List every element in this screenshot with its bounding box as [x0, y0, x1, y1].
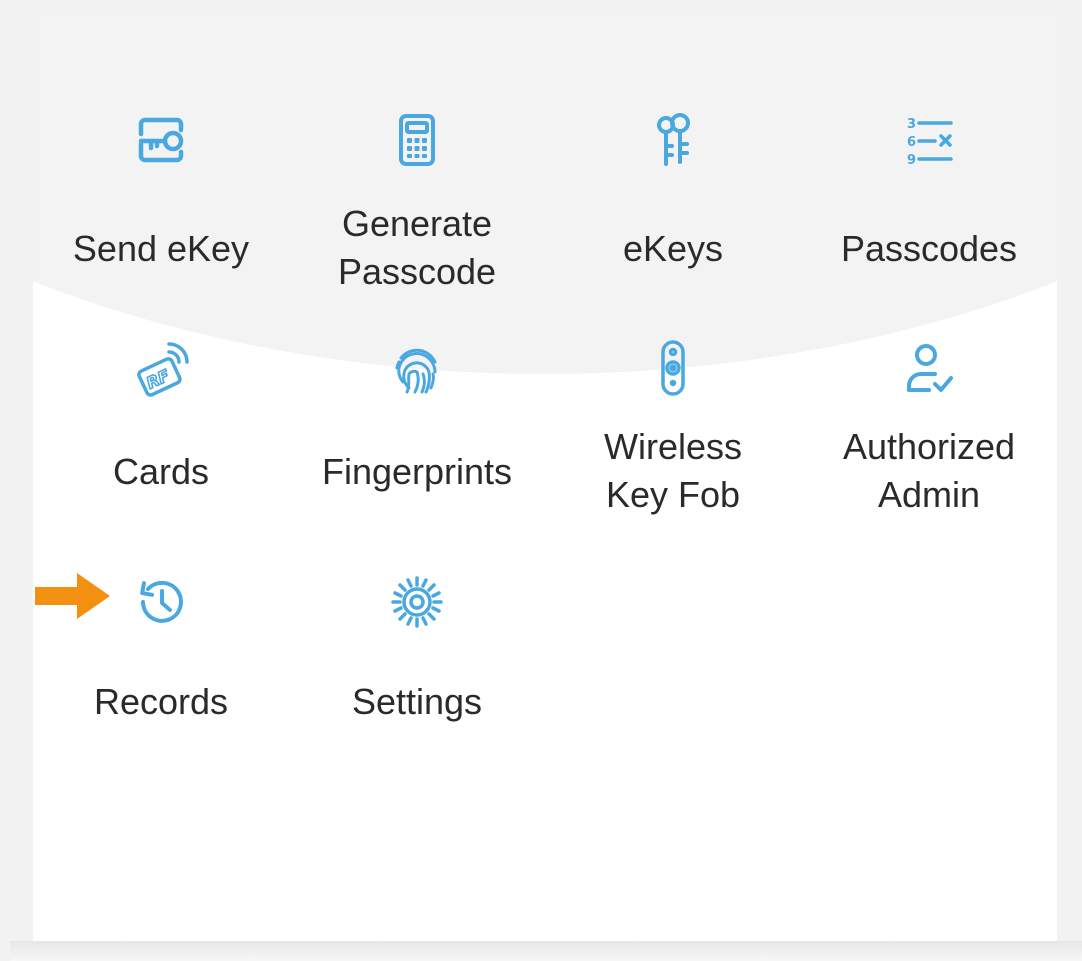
- menu-label: Records: [93, 681, 229, 722]
- menu-item-cards[interactable]: RF Cards: [33, 338, 289, 538]
- svg-text:3: 3: [907, 117, 916, 132]
- menu-item-fingerprints[interactable]: Fingerprints: [289, 338, 545, 538]
- svg-text:9: 9: [907, 153, 916, 168]
- menu-label: Authorized Admin: [842, 426, 1016, 515]
- screen: Send eKey Generate Passcode eKeys 3 6 9 …: [0, 0, 1082, 961]
- calculator-icon: [387, 110, 447, 170]
- arrow-right-icon: [35, 573, 110, 619]
- menu-label: Passcodes: [840, 228, 1018, 269]
- rf-card-icon: RF: [131, 338, 191, 398]
- history-icon: [131, 572, 191, 632]
- menu-label: eKeys: [622, 228, 724, 269]
- send-ekey-icon: [131, 110, 191, 170]
- menu-label: Generate Passcode: [337, 203, 497, 292]
- key-fob-icon: [643, 338, 703, 398]
- menu-item-settings[interactable]: Settings: [289, 572, 545, 772]
- menu-item-authorized-admin[interactable]: Authorized Admin: [801, 338, 1057, 538]
- menu-label: Send eKey: [72, 228, 250, 269]
- menu-label: Wireless Key Fob: [603, 426, 742, 515]
- menu-panel: Send eKey Generate Passcode eKeys 3 6 9 …: [33, 10, 1057, 941]
- gear-icon: [387, 572, 447, 632]
- passcode-list-icon: 3 6 9: [899, 110, 959, 170]
- menu-item-ekeys[interactable]: eKeys: [545, 110, 801, 310]
- menu-label: Settings: [351, 681, 483, 722]
- svg-text:6: 6: [907, 135, 916, 150]
- fingerprint-icon: [387, 338, 447, 398]
- menu-item-send-ekey[interactable]: Send eKey: [33, 110, 289, 310]
- menu-label: Cards: [112, 451, 210, 492]
- menu-label: Fingerprints: [321, 451, 513, 492]
- panel-shadow: [10, 941, 1082, 961]
- menu-item-wireless-key-fob[interactable]: Wireless Key Fob: [545, 338, 801, 538]
- menu-item-generate-passcode[interactable]: Generate Passcode: [289, 110, 545, 310]
- admin-check-icon: [899, 338, 959, 398]
- keys-icon: [643, 110, 703, 170]
- menu-item-passcodes[interactable]: 3 6 9 Passcodes: [801, 110, 1057, 310]
